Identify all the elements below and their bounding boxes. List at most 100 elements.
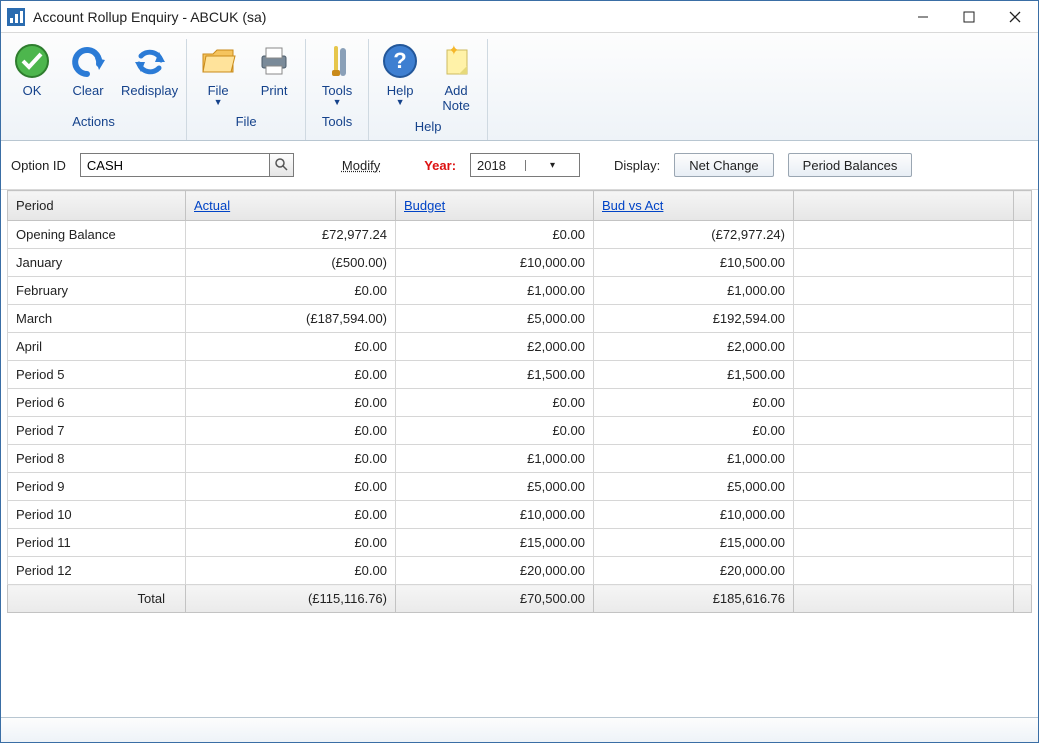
print-button[interactable]: Print [251, 41, 297, 108]
cell-budget: £1,000.00 [396, 277, 594, 305]
cell-bva: £1,000.00 [594, 445, 794, 473]
year-value: 2018 [471, 158, 525, 173]
search-icon [274, 157, 288, 174]
year-combo[interactable]: 2018 ▾ [470, 153, 580, 177]
ribbon-group-label-tools: Tools [322, 108, 352, 135]
ribbon: OK Clear Redisplay [1, 33, 1038, 141]
tools-button[interactable]: Tools ▼ [314, 41, 360, 108]
table-row[interactable]: January(£500.00)£10,000.00£10,500.00 [8, 249, 1032, 277]
table-row[interactable]: March(£187,594.00)£5,000.00£192,594.00 [8, 305, 1032, 333]
maximize-button[interactable] [946, 2, 992, 32]
cell-budget: £15,000.00 [396, 529, 594, 557]
col-header-actual[interactable]: Actual [186, 191, 396, 221]
scroll-gutter[interactable] [1014, 221, 1032, 249]
cell-bva: £10,000.00 [594, 501, 794, 529]
scroll-gutter[interactable] [1014, 445, 1032, 473]
add-note-button[interactable]: ✦ Add Note [433, 41, 479, 113]
cell-bva: £5,000.00 [594, 473, 794, 501]
help-button[interactable]: ? Help ▼ [377, 41, 423, 108]
close-button[interactable] [992, 2, 1038, 32]
refresh-icon [130, 41, 170, 81]
col-header-blank [794, 191, 1014, 221]
option-id-lookup-button[interactable] [270, 153, 294, 177]
total-label: Total [8, 585, 186, 613]
table-row[interactable]: Opening Balance£72,977.24£0.00(£72,977.2… [8, 221, 1032, 249]
undo-icon [68, 41, 108, 81]
cell-actual: £0.00 [186, 277, 396, 305]
ribbon-group-file: File ▼ Print File [187, 39, 306, 140]
total-bva: £185,616.76 [594, 585, 794, 613]
scroll-gutter[interactable] [1014, 557, 1032, 585]
scroll-gutter[interactable] [1014, 389, 1032, 417]
display-label: Display: [614, 158, 660, 173]
table-row[interactable]: Period 6£0.00£0.00£0.00 [8, 389, 1032, 417]
table-row[interactable]: Period 12£0.00£20,000.00£20,000.00 [8, 557, 1032, 585]
cell-budget: £5,000.00 [396, 305, 594, 333]
period-balances-button[interactable]: Period Balances [788, 153, 913, 177]
title-bar: Account Rollup Enquiry - ABCUK (sa) [1, 1, 1038, 33]
redisplay-button[interactable]: Redisplay [121, 41, 178, 108]
cell-bva: £192,594.00 [594, 305, 794, 333]
note-icon: ✦ [436, 41, 476, 81]
cell-bva: £2,000.00 [594, 333, 794, 361]
svg-text:✦: ✦ [448, 42, 460, 58]
table-row[interactable]: Period 10£0.00£10,000.00£10,000.00 [8, 501, 1032, 529]
scroll-gutter[interactable] [1014, 249, 1032, 277]
chevron-down-icon: ▼ [333, 98, 342, 108]
cell-period: Period 6 [8, 389, 186, 417]
option-id-input[interactable] [80, 153, 270, 177]
cell-budget: £10,000.00 [396, 249, 594, 277]
scroll-gutter[interactable] [1014, 361, 1032, 389]
table-row[interactable]: Period 7£0.00£0.00£0.00 [8, 417, 1032, 445]
table-row[interactable]: Period 8£0.00£1,000.00£1,000.00 [8, 445, 1032, 473]
scroll-gutter[interactable] [1014, 473, 1032, 501]
scroll-gutter[interactable] [1014, 277, 1032, 305]
col-header-bud-vs-act[interactable]: Bud vs Act [594, 191, 794, 221]
scroll-gutter[interactable] [1014, 501, 1032, 529]
cell-period: Opening Balance [8, 221, 186, 249]
svg-text:?: ? [393, 48, 406, 73]
cell-actual: (£187,594.00) [186, 305, 396, 333]
cell-period: Period 9 [8, 473, 186, 501]
table-row[interactable]: Period 9£0.00£5,000.00£5,000.00 [8, 473, 1032, 501]
grid-container: Period Actual Budget Bud vs Act Opening … [1, 190, 1038, 717]
scroll-gutter[interactable] [1014, 333, 1032, 361]
cell-bva: £1,000.00 [594, 277, 794, 305]
rollup-table: Period Actual Budget Bud vs Act Opening … [7, 190, 1032, 613]
scroll-gutter[interactable] [1014, 529, 1032, 557]
cell-bva: £10,500.00 [594, 249, 794, 277]
cell-actual: £0.00 [186, 417, 396, 445]
chevron-down-icon: ▼ [396, 98, 405, 108]
printer-icon [254, 41, 294, 81]
ribbon-group-label-help: Help [415, 113, 442, 140]
cell-budget: £1,000.00 [396, 445, 594, 473]
scroll-gutter[interactable] [1014, 417, 1032, 445]
scroll-gutter[interactable] [1014, 305, 1032, 333]
year-label: Year: [424, 158, 456, 173]
option-id-field [80, 153, 294, 177]
cell-period: March [8, 305, 186, 333]
chevron-down-icon: ▼ [214, 98, 223, 108]
modify-link[interactable]: Modify [342, 158, 380, 173]
cell-period: Period 5 [8, 361, 186, 389]
cell-period: January [8, 249, 186, 277]
cell-bva: £15,000.00 [594, 529, 794, 557]
table-row[interactable]: April£0.00£2,000.00£2,000.00 [8, 333, 1032, 361]
table-row[interactable]: Period 5£0.00£1,500.00£1,500.00 [8, 361, 1032, 389]
file-button[interactable]: File ▼ [195, 41, 241, 108]
table-row[interactable]: February£0.00£1,000.00£1,000.00 [8, 277, 1032, 305]
app-window: Account Rollup Enquiry - ABCUK (sa) OK [0, 0, 1039, 743]
status-bar [1, 717, 1038, 742]
ribbon-group-tools: Tools ▼ Tools [306, 39, 369, 140]
net-change-button[interactable]: Net Change [674, 153, 773, 177]
clear-button[interactable]: Clear [65, 41, 111, 108]
table-total-row: Total (£115,116.76) £70,500.00 £185,616.… [8, 585, 1032, 613]
cell-actual: £0.00 [186, 557, 396, 585]
col-header-budget[interactable]: Budget [396, 191, 594, 221]
ok-button[interactable]: OK [9, 41, 55, 108]
col-header-period[interactable]: Period [8, 191, 186, 221]
minimize-button[interactable] [900, 2, 946, 32]
ribbon-group-help: ? Help ▼ ✦ Add Note Help [369, 39, 488, 140]
cell-budget: £1,500.00 [396, 361, 594, 389]
table-row[interactable]: Period 11£0.00£15,000.00£15,000.00 [8, 529, 1032, 557]
